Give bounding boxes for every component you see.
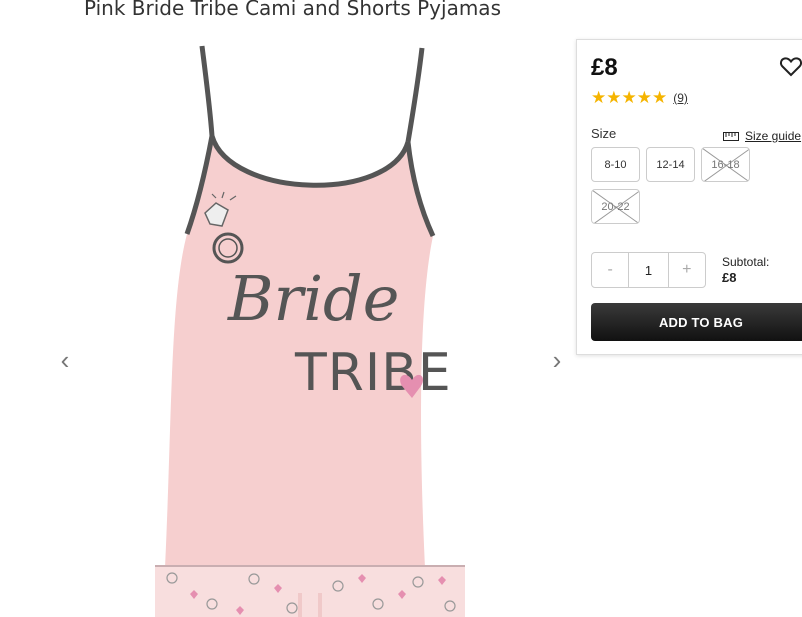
rating-stars: ★ ★ ★ ★ ★ (9): [591, 88, 688, 107]
quantity-increment-button[interactable]: +: [669, 253, 705, 287]
gallery-prev-arrow[interactable]: ‹: [55, 347, 75, 373]
size-option-12-14[interactable]: 12-14: [646, 147, 695, 182]
ruler-icon: [723, 131, 739, 141]
star-icon: ★: [621, 88, 637, 107]
size-guide-label: Size guide: [745, 129, 802, 143]
subtotal: Subtotal: £8: [722, 255, 769, 285]
star-icon: ★: [606, 88, 622, 107]
product-gallery: ‹ › Bride TRIBE: [55, 38, 570, 617]
gallery-next-arrow[interactable]: ›: [547, 347, 567, 373]
size-option-16-18[interactable]: 16-18: [701, 147, 750, 182]
quantity-stepper: - 1 +: [591, 252, 706, 288]
size-option-label: 20-22: [601, 200, 630, 213]
size-option-8-10[interactable]: 8-10: [591, 147, 640, 182]
star-icon: ★: [652, 88, 668, 107]
size-option-20-22[interactable]: 20-22: [591, 189, 640, 224]
star-icon: ★: [591, 88, 607, 107]
review-count-link[interactable]: (9): [673, 91, 688, 105]
wishlist-heart-icon[interactable]: [779, 54, 802, 78]
add-to-bag-button[interactable]: ADD TO BAG: [591, 303, 802, 341]
subtotal-label: Subtotal:: [722, 255, 770, 269]
print-tribe-text: TRIBE: [294, 343, 452, 403]
size-option-label: 16-18: [711, 158, 740, 171]
print-bride-text: Bride: [227, 262, 399, 335]
size-label: Size: [591, 126, 617, 141]
purchase-panel: £8 ★ ★ ★ ★ ★ (9) Size Size guide 8-10 12…: [576, 39, 802, 355]
size-option-label: 12-14: [656, 158, 685, 171]
quantity-input[interactable]: 1: [628, 253, 669, 287]
product-image: Bride TRIBE: [155, 45, 465, 617]
product-page: Pink Bride Tribe Cami and Shorts Pyjamas…: [0, 0, 802, 617]
product-title: Pink Bride Tribe Cami and Shorts Pyjamas: [84, 0, 501, 20]
price: £8: [591, 54, 618, 81]
star-icon: ★: [636, 88, 652, 107]
size-option-label: 8-10: [604, 158, 627, 171]
size-guide-link[interactable]: Size guide: [723, 129, 801, 143]
subtotal-value: £8: [722, 270, 737, 285]
quantity-decrement-button[interactable]: -: [592, 253, 628, 287]
